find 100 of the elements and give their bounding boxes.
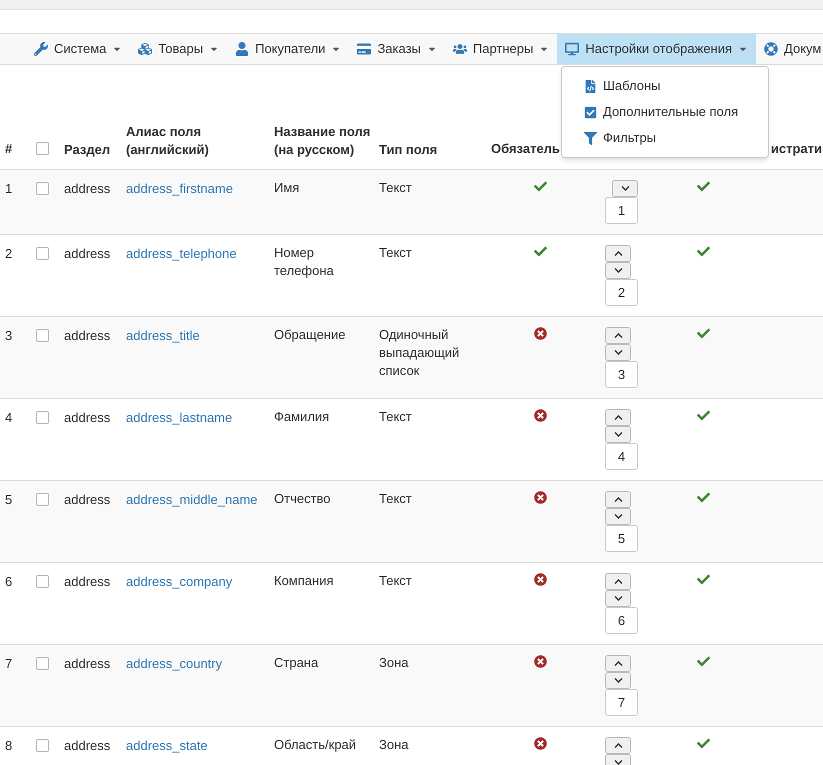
order-input[interactable]: 3 (605, 360, 638, 388)
name-cell: Имя (274, 180, 300, 194)
check-icon (697, 408, 710, 422)
move-up-button[interactable] (605, 736, 631, 754)
check-icon (697, 244, 710, 258)
move-down-button[interactable] (605, 426, 631, 442)
alias-link[interactable]: address_middle_name (126, 492, 258, 506)
wrench-icon (34, 42, 48, 56)
row-number: 5 (5, 492, 12, 506)
type-cell: Одиночный выпадающий список (379, 326, 460, 378)
card-icon (357, 42, 372, 56)
chevron-up-icon (614, 248, 622, 258)
section-cell: address (64, 738, 110, 752)
monitor-icon (565, 42, 580, 56)
alias-link[interactable]: address_state (126, 738, 208, 752)
cross-icon (534, 736, 547, 750)
move-down-button[interactable] (605, 508, 631, 524)
menu-item[interactable]: Покупатели (227, 34, 350, 64)
order-input[interactable]: 4 (605, 442, 638, 470)
move-down-button[interactable] (612, 180, 638, 196)
chevron-up-icon (614, 412, 622, 422)
section-cell: address (64, 492, 110, 506)
users-icon (452, 42, 467, 56)
chevron-down-icon (614, 594, 622, 602)
row-number: 7 (5, 656, 12, 670)
chevron-up-icon (614, 658, 622, 668)
user-icon (235, 42, 250, 56)
move-up-button[interactable] (605, 326, 631, 344)
chevron-up-icon (614, 494, 622, 504)
name-cell: Отчество (274, 490, 331, 506)
menu-item[interactable]: Товары (130, 34, 228, 64)
menu-item[interactable]: Партнеры (444, 34, 558, 64)
row-checkbox[interactable] (36, 410, 49, 424)
row-checkbox[interactable] (36, 328, 49, 342)
check-icon (534, 180, 547, 192)
row-checkbox[interactable] (36, 492, 49, 506)
alias-link[interactable]: address_company (126, 574, 232, 588)
check-icon (697, 654, 710, 668)
row-checkbox[interactable] (36, 656, 49, 670)
type-cell: Зона (379, 654, 408, 670)
row-number: 6 (5, 574, 12, 588)
move-down-button[interactable] (605, 590, 631, 606)
type-cell: Зона (379, 736, 408, 752)
name-cell: Страна (274, 654, 318, 670)
name-cell: Обращение (274, 326, 346, 342)
menu-item[interactable]: Докум (756, 34, 823, 64)
row-checkbox[interactable] (36, 738, 49, 752)
move-up-button[interactable] (605, 244, 631, 262)
row-number: 1 (5, 180, 12, 196)
section-cell: address (64, 656, 110, 670)
name-cell: Компания (274, 572, 334, 588)
alias-link[interactable]: address_country (126, 656, 222, 670)
row-checkbox[interactable] (36, 182, 49, 194)
row-checkbox[interactable] (36, 142, 49, 155)
move-down-button[interactable] (605, 262, 631, 278)
cubes-icon (138, 42, 152, 56)
type-cell: Текст (379, 572, 412, 588)
menu-item[interactable]: Настройки отображения (557, 34, 756, 64)
column-header: Алиас поля (английский) (126, 124, 209, 156)
dropdown-item[interactable]: Дополнительные поля (562, 99, 768, 125)
alias-link[interactable]: address_title (126, 328, 200, 342)
check-icon (697, 180, 710, 192)
dropdown-item[interactable]: Шаблоны (562, 73, 768, 99)
column-header: истрати (770, 141, 822, 156)
dropdown-item[interactable]: Фильтры (562, 125, 768, 151)
alias-link[interactable]: address_telephone (126, 246, 237, 260)
order-input[interactable]: 5 (605, 524, 638, 552)
menu-item[interactable]: Заказы (349, 34, 445, 64)
menu-item[interactable]: Система (26, 34, 130, 64)
move-down-button[interactable] (605, 344, 631, 360)
row-checkbox[interactable] (36, 574, 49, 588)
alias-link[interactable]: address_lastname (126, 410, 232, 424)
chevron-down-icon (614, 512, 622, 520)
move-up-button[interactable] (605, 490, 631, 508)
cross-icon (534, 654, 547, 668)
file-code-icon (584, 80, 597, 92)
chevron-down-icon (614, 430, 622, 438)
column-header: Тип поля (379, 142, 438, 156)
move-up-button[interactable] (605, 654, 631, 672)
row-number: 4 (5, 410, 12, 424)
order-input[interactable]: 7 (605, 688, 638, 716)
cross-icon (534, 572, 547, 586)
check-icon (697, 490, 710, 504)
type-cell: Текст (379, 180, 412, 194)
cross-icon (534, 490, 547, 504)
section-cell: address (64, 410, 110, 424)
move-up-button[interactable] (605, 408, 631, 426)
row-number: 8 (5, 738, 12, 752)
chevron-down-icon (614, 348, 622, 356)
move-down-button[interactable] (605, 672, 631, 688)
order-input[interactable]: 2 (605, 278, 638, 306)
column-header: Обязатель (491, 141, 560, 156)
check-icon (534, 244, 547, 258)
move-up-button[interactable] (605, 572, 631, 590)
check-icon (697, 326, 710, 340)
order-input[interactable]: 6 (605, 606, 638, 634)
alias-link[interactable]: address_firstname (126, 180, 233, 196)
order-input[interactable]: 1 (605, 196, 638, 224)
row-checkbox[interactable] (36, 246, 49, 260)
chevron-up-icon (614, 576, 622, 586)
